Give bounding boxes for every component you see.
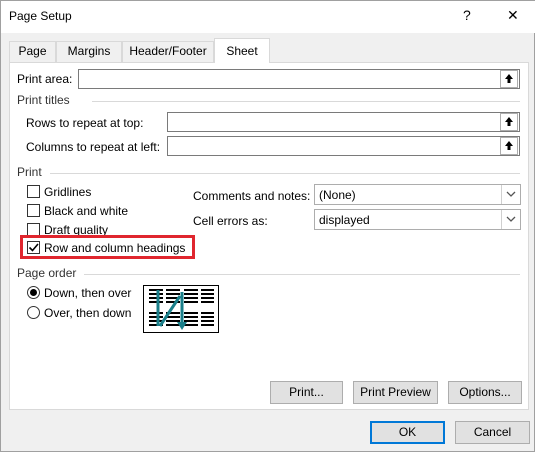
collapse-arrow-icon: [505, 117, 513, 126]
gridlines-label: Gridlines: [44, 185, 92, 199]
over-then-down-label: Over, then down: [44, 306, 132, 320]
options-button[interactable]: Options...: [448, 381, 522, 404]
print-area-collapse-button[interactable]: [500, 70, 518, 88]
row-column-headings-checkbox[interactable]: [27, 241, 40, 254]
print-area-label: Print area:: [17, 72, 73, 86]
tab-margins[interactable]: Margins: [56, 41, 122, 62]
collapse-arrow-icon: [505, 74, 513, 83]
title-bar: Page Setup ? ✕: [1, 1, 535, 33]
tab-header-footer[interactable]: Header/Footer: [122, 41, 214, 62]
print-preview-button[interactable]: Print Preview: [353, 381, 438, 404]
page-order-heading: Page order: [17, 266, 77, 280]
divider: [84, 274, 520, 275]
cell-errors-label: Cell errors as:: [193, 214, 268, 228]
page-order-diagram-icon: [149, 289, 214, 330]
gridlines-checkbox[interactable]: [27, 185, 40, 198]
down-then-over-label: Down, then over: [44, 286, 132, 300]
print-area-field[interactable]: [78, 69, 520, 89]
cell-errors-value: displayed: [319, 213, 370, 227]
black-and-white-label: Black and white: [44, 204, 129, 218]
close-button[interactable]: ✕: [507, 7, 519, 24]
divider: [92, 101, 520, 102]
over-then-down-radio[interactable]: [27, 306, 40, 319]
help-button[interactable]: ?: [463, 7, 471, 23]
sheet-panel: Print area: Print titles Rows to repeat …: [9, 62, 529, 410]
rows-to-repeat-field[interactable]: [167, 112, 520, 132]
chevron-down-icon: [501, 185, 520, 204]
tab-sheet[interactable]: Sheet: [214, 38, 270, 63]
checkmark-icon: [28, 243, 39, 252]
collapse-arrow-icon: [505, 141, 513, 150]
print-heading: Print: [17, 165, 42, 179]
black-and-white-checkbox[interactable]: [27, 204, 40, 217]
divider: [50, 173, 520, 174]
print-titles-heading: Print titles: [17, 93, 70, 107]
chevron-down-icon: [501, 210, 520, 229]
columns-to-repeat-field[interactable]: [167, 136, 520, 156]
row-column-headings-label: Row and column headings: [44, 241, 186, 255]
rows-collapse-button[interactable]: [500, 113, 518, 131]
ok-button[interactable]: OK: [370, 421, 445, 444]
columns-to-repeat-label: Columns to repeat at left:: [26, 140, 161, 154]
dialog-title: Page Setup: [9, 9, 72, 23]
cancel-button[interactable]: Cancel: [455, 421, 530, 444]
columns-collapse-button[interactable]: [500, 137, 518, 155]
down-then-over-radio[interactable]: [27, 286, 40, 299]
cell-errors-select[interactable]: displayed: [314, 209, 521, 230]
comments-label: Comments and notes:: [193, 189, 311, 203]
print-button[interactable]: Print...: [270, 381, 343, 404]
page-setup-dialog: Page Setup ? ✕ Page Margins Header/Foote…: [0, 0, 535, 452]
tab-page[interactable]: Page: [9, 41, 56, 62]
page-order-preview: [143, 285, 219, 333]
comments-value: (None): [319, 188, 356, 202]
rows-to-repeat-label: Rows to repeat at top:: [26, 116, 144, 130]
comments-select[interactable]: (None): [314, 184, 521, 205]
